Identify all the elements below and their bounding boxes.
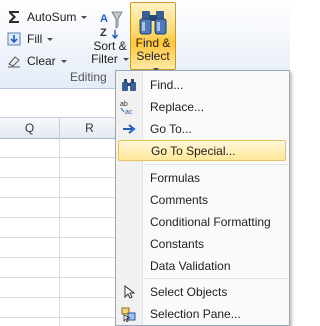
menu-item-selection-pane[interactable]: Selection Pane... (118, 303, 286, 324)
autosum-label: AutoSum (27, 10, 77, 24)
editing-stack: AutoSum Fill Clear (6, 6, 92, 72)
menu-item-constants[interactable]: Constants (118, 233, 286, 254)
svg-text:ab: ab (120, 101, 128, 108)
menu-separator (144, 164, 288, 165)
sigma-icon (6, 9, 22, 25)
cursor-icon (118, 284, 140, 299)
menu-item-label: Data Validation (150, 258, 231, 273)
binoculars-icon (118, 78, 140, 92)
menu-item-go-to[interactable]: Go To... (118, 118, 286, 139)
svg-text:ac: ac (125, 109, 133, 115)
menu-item-label: Formulas (150, 170, 201, 185)
chevron-down-icon[interactable] (60, 59, 67, 63)
svg-text:A: A (100, 13, 108, 25)
autosum-button[interactable]: AutoSum (6, 6, 92, 28)
menu-item-formulas[interactable]: Formulas (118, 167, 286, 188)
menu-item-label: Select Objects (150, 284, 228, 299)
menu-item-select-objects[interactable]: Select Objects (118, 281, 286, 302)
column-header-r[interactable]: R (60, 118, 120, 138)
sort-filter-button[interactable]: A Z Sort & Filter (90, 6, 130, 66)
menu-item-label: Selection Pane... (150, 306, 241, 321)
clear-button[interactable]: Clear (6, 50, 92, 72)
binoculars-icon (131, 3, 175, 37)
sort-az-icon: A Z (90, 6, 130, 40)
find-select-menu: Find... ab ac Replace... Go To... Go To S… (115, 70, 290, 326)
arrow-right-icon (118, 123, 140, 134)
column-header-q[interactable]: Q (0, 118, 60, 138)
selection-pane-icon (118, 306, 140, 322)
fill-label: Fill (27, 32, 43, 46)
svg-text:Z: Z (100, 27, 107, 39)
replace-icon: ab ac (118, 99, 140, 115)
chevron-down-icon (122, 58, 129, 62)
menu-item-label: Conditional Formatting (150, 214, 271, 229)
fill-down-icon (6, 31, 22, 47)
menu-item-comments[interactable]: Comments (118, 189, 286, 210)
editing-group-label: Editing (70, 70, 107, 84)
clear-label: Clear (27, 54, 56, 68)
menu-item-label: Go To... (150, 121, 192, 136)
chevron-down-icon[interactable] (81, 15, 88, 19)
menu-item-find[interactable]: Find... (118, 74, 286, 95)
menu-item-label: Find... (150, 77, 184, 92)
menu-separator (144, 278, 288, 279)
menu-item-label: Constants (150, 236, 205, 251)
eraser-icon (6, 53, 22, 69)
menu-item-label: Go To Special... (151, 143, 236, 158)
sort-filter-label-2-text: Filter (91, 52, 118, 66)
find-select-label-2-text: Select (136, 49, 170, 63)
menu-item-label: Comments (150, 192, 209, 207)
sort-filter-label-2: Filter (90, 53, 130, 66)
chevron-down-icon[interactable] (47, 37, 54, 41)
menu-item-replace[interactable]: ab ac Replace... (118, 96, 286, 117)
fill-button[interactable]: Fill (6, 28, 92, 50)
menu-item-go-to-special[interactable]: Go To Special... (118, 140, 286, 161)
find-select-button[interactable]: Find & Select (130, 2, 176, 72)
menu-item-data-validation[interactable]: Data Validation (118, 255, 286, 276)
menu-item-conditional-formatting[interactable]: Conditional Formatting (118, 211, 286, 232)
menu-item-label: Replace... (150, 99, 205, 114)
